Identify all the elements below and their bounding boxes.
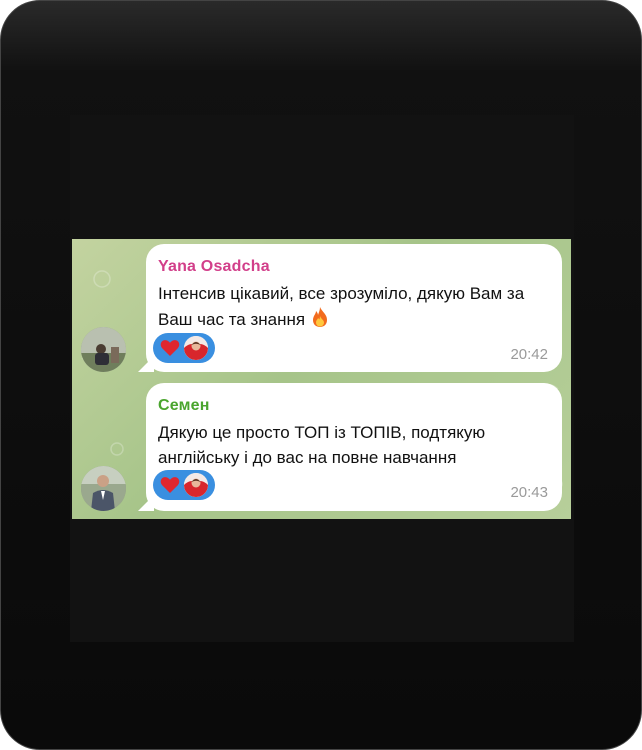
message-bubble[interactable]: Yana Osadcha Інтенсив цікавий, все зрозу… [146,244,562,372]
reaction-heart[interactable] [153,470,215,500]
device-frame: Yana Osadcha Інтенсив цікавий, все зрозу… [0,0,642,750]
message-text: Інтенсив цікавий, все зрозуміло, дякую В… [158,281,553,335]
sender-name[interactable]: Yana Osadcha [158,257,546,277]
message-bubble[interactable]: Семен Дякую це просто ТОП із ТОПІВ, подт… [146,383,562,511]
avatar[interactable] [81,466,126,511]
sender-name[interactable]: Семен [158,396,546,416]
reaction-user-avatar [184,336,208,360]
message-time: 20:43 [510,484,548,501]
reaction-user-avatar [184,473,208,497]
message-time: 20:42 [510,346,548,363]
heart-icon [160,477,180,493]
avatar-photo [81,327,126,372]
avatar[interactable] [81,327,126,372]
heart-icon [160,340,180,356]
chat-view[interactable]: Yana Osadcha Інтенсив цікавий, все зрозу… [72,239,571,519]
message-text: Дякую це просто ТОП із ТОПІВ, подтякую а… [158,423,486,467]
avatar-photo [81,466,126,511]
fire-icon [310,306,330,335]
reaction-heart[interactable] [153,333,215,363]
